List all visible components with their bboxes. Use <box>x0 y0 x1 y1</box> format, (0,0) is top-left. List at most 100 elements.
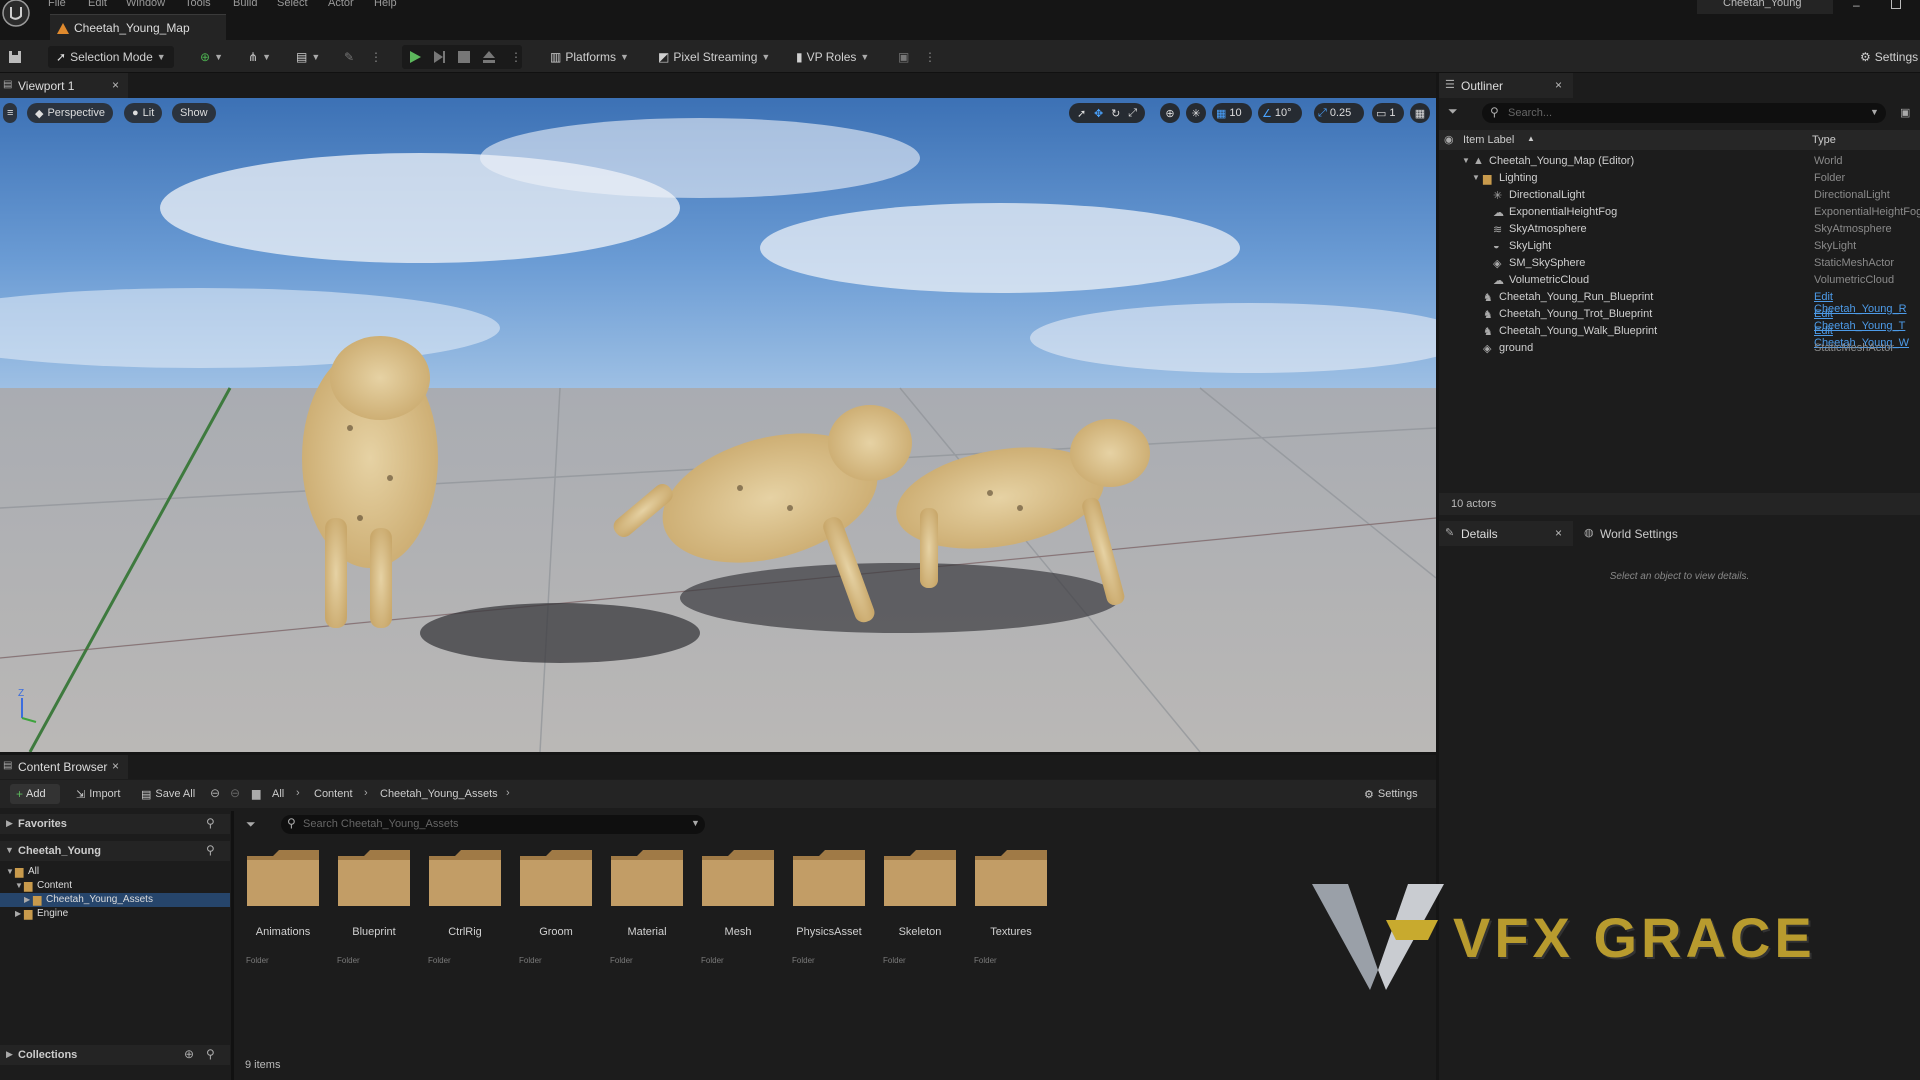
world-local-icon[interactable]: ⊕ <box>1160 103 1180 123</box>
chevron-down-icon[interactable]: ▼ <box>1870 107 1879 117</box>
outliner-row[interactable]: ♞ Cheetah_Young_Trot_Blueprint Edit Cheeta… <box>1439 306 1920 332</box>
outliner-row[interactable]: ◒ SkyLight SkyLight <box>1439 238 1920 255</box>
menu-tools[interactable]: Tools <box>185 0 211 9</box>
layout-icon[interactable]: ▦ <box>1410 103 1430 123</box>
rotation-snap-button[interactable]: ∠ 10° <box>1258 103 1302 123</box>
col-item-label[interactable]: Item Label <box>1463 134 1514 146</box>
outliner-row[interactable]: ♞ Cheetah_Young_Run_Blueprint Edit Cheetah… <box>1439 289 1920 315</box>
outliner-row[interactable]: ♞ Cheetah_Young_Walk_Blueprint Edit Cheeta… <box>1439 323 1920 349</box>
menu-file[interactable]: File <box>48 0 66 9</box>
tree-item[interactable]: ▼ ▆ All <box>0 865 230 879</box>
back-icon[interactable]: ⊖ <box>210 786 220 800</box>
level-viewport[interactable]: Z ≡ ◆ Perspective ● Lit Show ➚ ✥ ↻ ⤢ ⊕ ✳ ▦… <box>0 98 1436 752</box>
outliner-row[interactable]: ◈ SM_SkySphere StaticMeshActor <box>1439 255 1920 272</box>
add-collection-icon[interactable]: ⊕ <box>184 1047 194 1061</box>
selection-mode-button[interactable]: ➚ Selection Mode ▼ <box>48 46 174 68</box>
play-button[interactable] <box>408 46 422 68</box>
maximize-icon[interactable] <box>1891 0 1901 9</box>
close-icon[interactable]: × <box>1555 78 1562 92</box>
select-tool-icon[interactable]: ➚ <box>1077 107 1086 120</box>
chevron-down-icon[interactable]: ▼ <box>1472 173 1480 182</box>
save-icon[interactable] <box>8 46 22 68</box>
tab-outliner[interactable]: ☰ Outliner × <box>1439 73 1573 98</box>
menu-edit[interactable]: Edit <box>88 0 107 9</box>
breadcrumb-all[interactable]: All <box>272 788 284 800</box>
add-folder-icon[interactable]: ▣ <box>1900 106 1910 119</box>
project-header[interactable]: ▼ Cheetah_Young ⚲ <box>0 841 230 861</box>
tree-item[interactable]: ▶ ▆ Engine <box>0 907 230 921</box>
chevron-down-icon[interactable]: ▼ <box>6 867 14 876</box>
minimize-icon[interactable]: – <box>1853 0 1860 12</box>
move-tool-icon[interactable]: ✥ <box>1094 107 1103 120</box>
tab-world-settings[interactable]: ◍ World Settings <box>1580 521 1714 546</box>
advance-frame-button[interactable] <box>432 46 446 68</box>
view-mode-button[interactable]: ● Lit <box>124 103 163 123</box>
eject-button[interactable] <box>482 46 496 68</box>
play-options-icon[interactable]: ⋮ <box>510 46 522 68</box>
outliner-row[interactable]: ✳ DirectionalLight DirectionalLight <box>1439 187 1920 204</box>
camera-speed-button[interactable]: ▭ 1 <box>1372 103 1404 123</box>
chevron-down-icon[interactable]: ▼ <box>1462 156 1470 165</box>
pixel-streaming-button[interactable]: ◩ Pixel Streaming ▼ <box>658 46 770 68</box>
outliner-search-input[interactable]: ⚲ Search... ▼ <box>1482 103 1886 123</box>
outliner-row[interactable]: ▼ ▲ Cheetah_Young_Map (Editor) World <box>1439 153 1920 170</box>
splitter[interactable] <box>231 811 234 1080</box>
forward-icon[interactable]: ⊖ <box>230 786 240 800</box>
outliner-row[interactable]: ▼ ▆ Lighting Folder <box>1439 170 1920 187</box>
visibility-icon[interactable]: ◉ <box>1444 133 1454 146</box>
menu-actor[interactable]: Actor <box>328 0 354 9</box>
stop-button[interactable] <box>458 46 470 68</box>
outliner-row[interactable]: ☁ ExponentialHeightFog ExponentialHeightFo… <box>1439 204 1920 221</box>
import-button[interactable]: ⇲ Import <box>76 788 120 801</box>
filter-icon[interactable]: ⏷ <box>1448 104 1458 119</box>
scale-snap-button[interactable]: ⤢ 0.25 <box>1314 103 1364 123</box>
outliner-row[interactable]: ≋ SkyAtmosphere SkyAtmosphere <box>1439 221 1920 238</box>
scale-tool-icon[interactable]: ⤢ <box>1128 107 1137 120</box>
chevron-right-icon[interactable]: ▶ <box>24 895 30 904</box>
add-actor-button[interactable]: ⊕ ▼ <box>200 46 223 68</box>
perspective-button[interactable]: ◆ Perspective <box>27 103 113 123</box>
more-options-icon[interactable]: ⋮ <box>924 46 936 68</box>
surface-snap-icon[interactable]: ✳ <box>1186 103 1206 123</box>
settings-button[interactable]: ⚙ Settings <box>1860 46 1918 68</box>
cinematics-button[interactable]: ▤ ▼ <box>296 46 320 68</box>
outliner-row[interactable]: ◈ ground StaticMeshActor <box>1439 340 1920 357</box>
blueprint-button[interactable]: ⋔ ▼ <box>248 46 271 68</box>
chevron-down-icon[interactable]: ▼ <box>15 881 23 890</box>
chevron-down-icon[interactable]: ▼ <box>691 818 700 828</box>
menu-select[interactable]: Select <box>277 0 308 9</box>
collections-header[interactable]: ▶ Collections ⊕ ⚲ <box>0 1045 230 1065</box>
tree-item[interactable]: ▶ ▆ Cheetah_Young_Assets <box>0 893 230 907</box>
menu-help[interactable]: Help <box>374 0 397 9</box>
show-button[interactable]: Show <box>172 103 216 123</box>
menu-window[interactable]: Window <box>126 0 165 9</box>
tab-viewport[interactable]: ▤ Viewport 1 × <box>0 73 128 98</box>
save-all-button[interactable]: ▤ Save All <box>141 788 195 801</box>
vr-icon[interactable]: ▣ <box>898 46 909 68</box>
modes-button[interactable]: ✎ <box>344 46 354 68</box>
more-options-icon[interactable]: ⋮ <box>370 46 382 68</box>
col-type[interactable]: Type <box>1812 134 1836 146</box>
chevron-right-icon[interactable]: ▶ <box>15 909 21 918</box>
cb-settings-button[interactable]: ⚙ Settings <box>1364 788 1418 801</box>
close-icon[interactable]: × <box>112 78 119 92</box>
platforms-button[interactable]: ▥ Platforms ▼ <box>550 46 629 68</box>
tab-map[interactable]: Cheetah_Young_Map <box>50 14 226 40</box>
close-icon[interactable]: × <box>112 759 119 773</box>
favorites-header[interactable]: ▶ Favorites ⚲ <box>0 814 230 834</box>
menu-build[interactable]: Build <box>233 0 257 9</box>
vp-roles-button[interactable]: ▮ VP Roles ▼ <box>796 46 869 68</box>
search-icon[interactable]: ⚲ <box>206 1047 215 1061</box>
grid-snap-button[interactable]: ▦ 10 <box>1212 103 1252 123</box>
tree-item[interactable]: ▼ ▆ Content <box>0 879 230 893</box>
unreal-logo-icon[interactable] <box>0 0 34 30</box>
search-icon[interactable]: ⚲ <box>206 816 215 830</box>
breadcrumb-assets[interactable]: Cheetah_Young_Assets <box>380 788 498 800</box>
asset-search-input[interactable]: ⚲ Search Cheetah_Young_Assets ▼ <box>281 815 705 834</box>
breadcrumb-content[interactable]: Content <box>314 788 353 800</box>
close-icon[interactable]: × <box>1555 526 1562 540</box>
rotate-tool-icon[interactable]: ↻ <box>1111 107 1120 120</box>
tab-details[interactable]: ✎ Details × <box>1439 521 1573 546</box>
search-icon[interactable]: ⚲ <box>206 843 215 857</box>
add-button[interactable]: + Add <box>10 784 60 804</box>
